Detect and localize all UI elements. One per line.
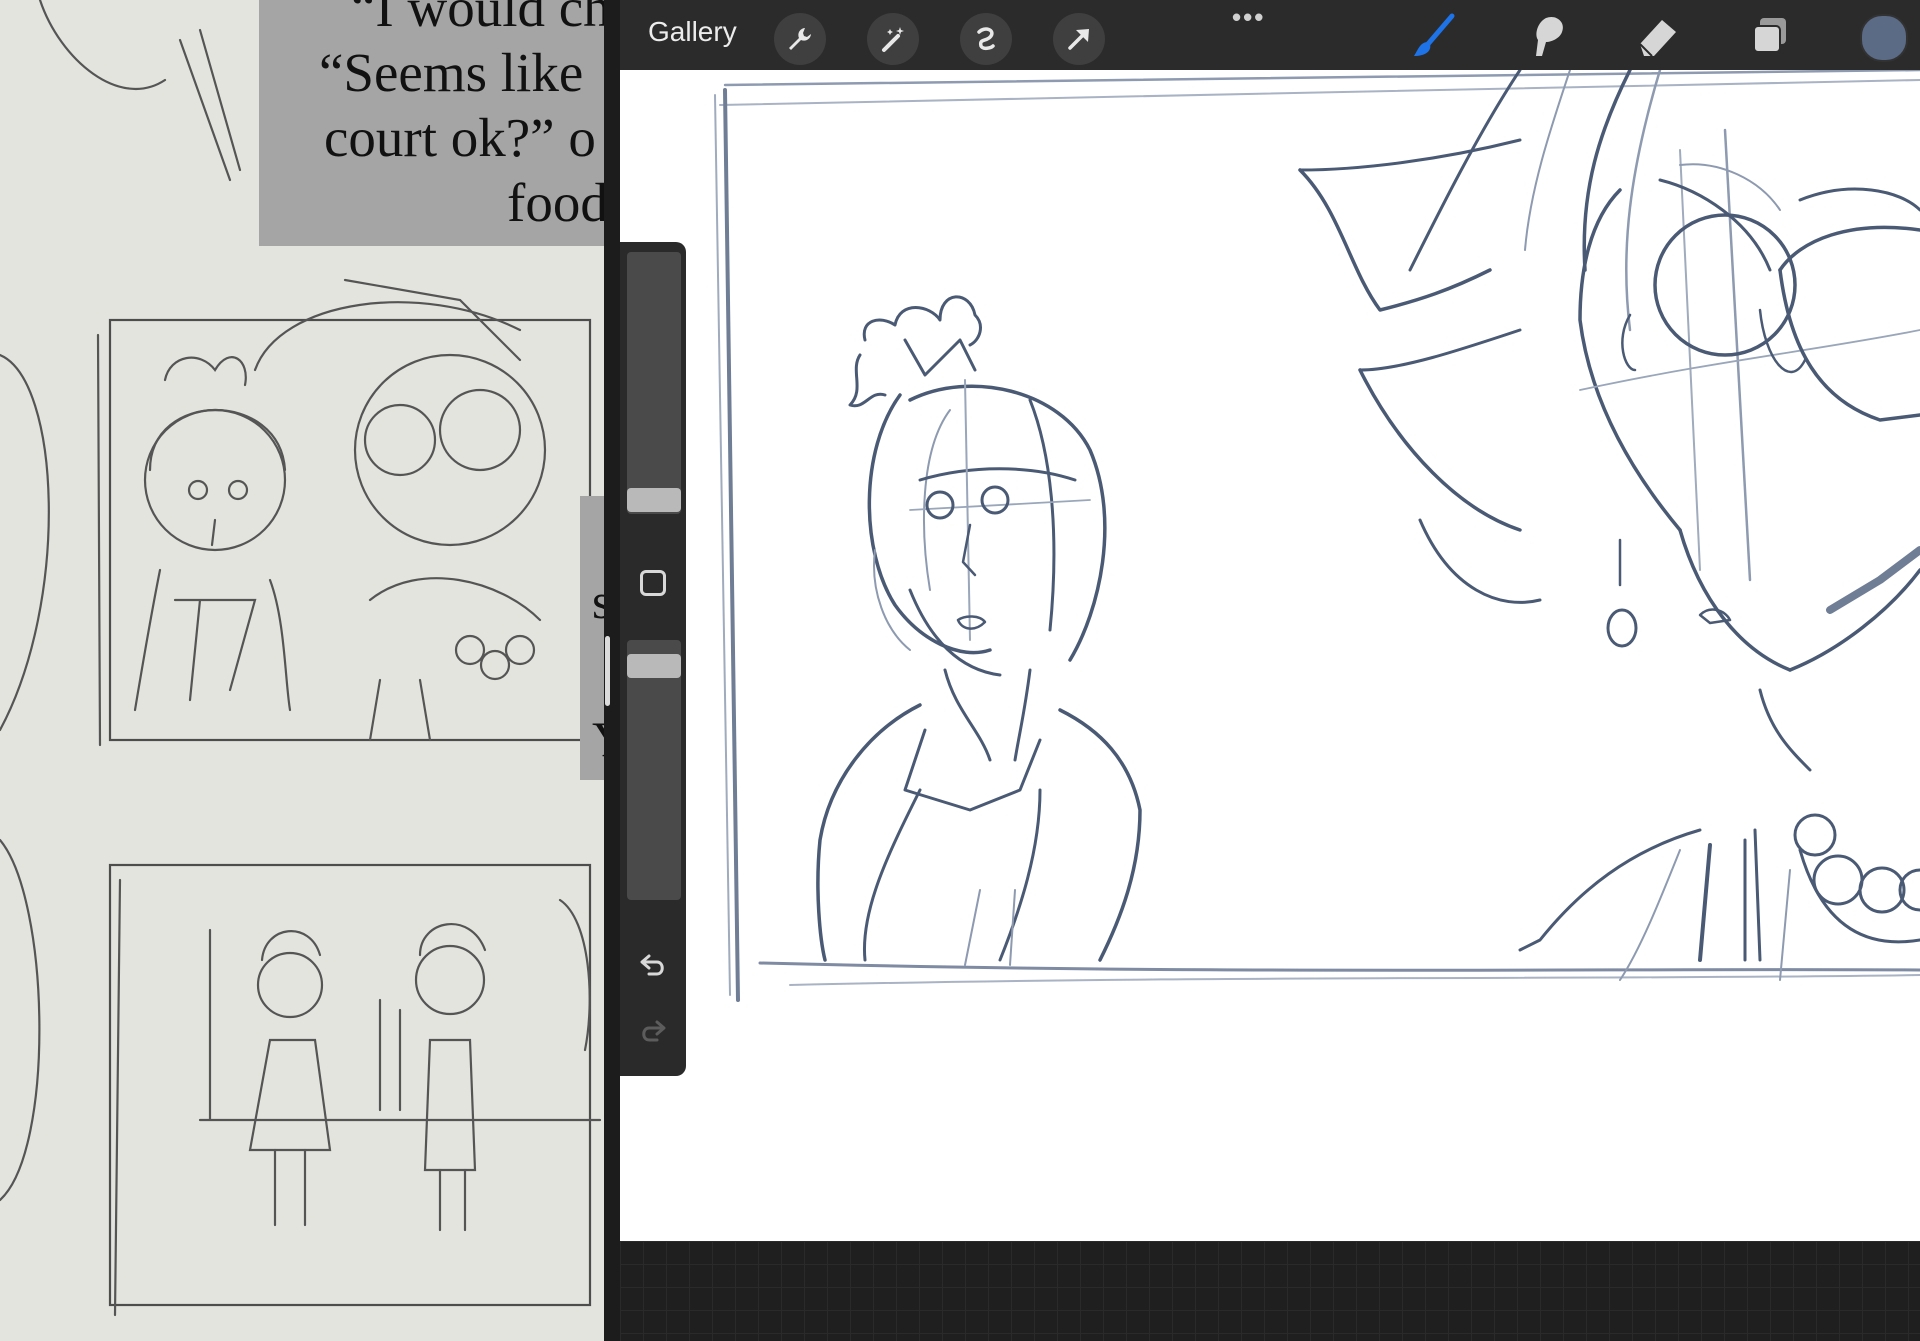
caption-line-2: “Seems like (319, 42, 584, 103)
more-options-button[interactable]: ••• (1232, 2, 1265, 33)
sketch-artwork (714, 70, 1920, 1002)
caption-fragment-char-2: Y (592, 714, 604, 764)
redo-icon[interactable] (637, 1018, 669, 1050)
smudge-icon[interactable] (1520, 10, 1572, 62)
caption-box: “I would ch “Seems like court ok?” o foo… (259, 0, 604, 246)
magic-wand-icon[interactable] (867, 13, 919, 65)
brush-size-slider[interactable] (627, 252, 681, 514)
opacity-slider[interactable] (627, 640, 681, 900)
caption-fragment-char-1: s (592, 573, 604, 629)
color-picker-button[interactable] (1860, 14, 1908, 62)
caption-line-1: “I would ch (351, 0, 604, 38)
undo-icon[interactable] (637, 952, 669, 984)
drawing-app: Gallery ••• (620, 0, 1920, 1341)
top-toolbar: Gallery ••• (620, 0, 1920, 70)
square-icon[interactable] (640, 570, 666, 596)
brush-size-thumb[interactable] (627, 488, 681, 512)
eraser-icon[interactable] (1632, 10, 1684, 62)
canvas-background-area (620, 1241, 1920, 1341)
gallery-button[interactable]: Gallery (648, 16, 737, 48)
split-view-handle[interactable] (605, 636, 610, 706)
drawing-canvas[interactable] (620, 70, 1920, 1241)
caption-line-3: court ok?” o (324, 107, 596, 168)
wrench-icon[interactable] (774, 13, 826, 65)
caption-fragment: s Y (580, 496, 604, 780)
transform-arrow-icon[interactable] (1053, 13, 1105, 65)
brush-sidebar (620, 242, 686, 1076)
brush-icon[interactable] (1408, 10, 1460, 62)
opacity-thumb[interactable] (627, 654, 681, 678)
selection-icon[interactable] (960, 13, 1012, 65)
layers-icon[interactable] (1744, 10, 1796, 62)
reference-photo-pane: ... “I would ch “Seems like court ok?” o… (0, 0, 604, 1341)
caption-line-4: food (507, 172, 604, 233)
